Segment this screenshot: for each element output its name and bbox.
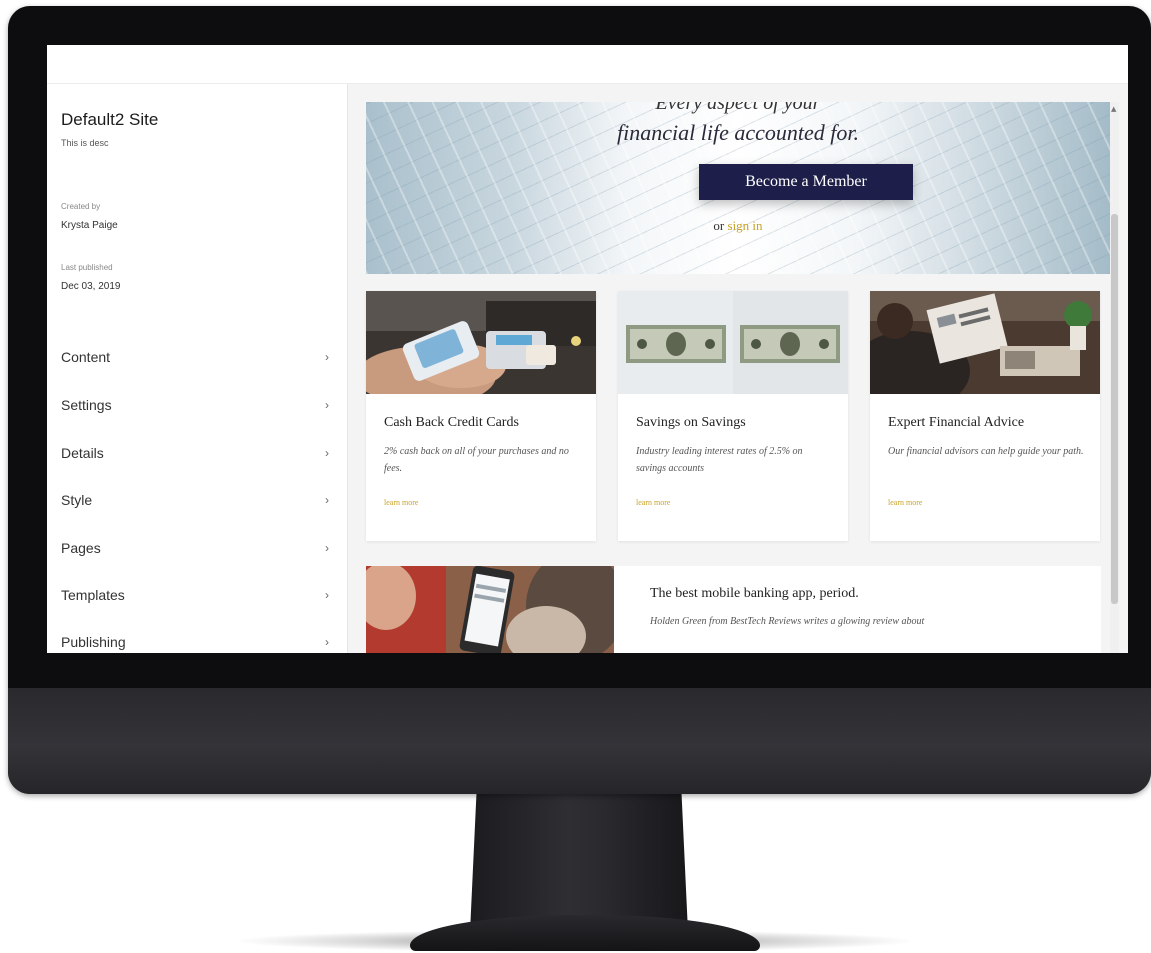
sidebar-item-label: Publishing <box>61 634 126 650</box>
sidebar-item-label: Content <box>61 349 111 365</box>
sidebar-item-label: Settings <box>61 397 112 413</box>
card-text: Industry leading interest rates of 2.5% … <box>636 446 803 474</box>
chevron-right-icon: › <box>325 588 329 602</box>
sidebar-item-details[interactable]: Details › <box>47 434 347 474</box>
promo-text: Holden Green from BestTech Reviews write… <box>650 616 925 627</box>
card-text: 2% cash back on all of your purchases an… <box>384 446 569 474</box>
site-title: Default2 Site <box>61 110 159 129</box>
chevron-right-icon: › <box>325 446 329 460</box>
sidebar-item-pages[interactable]: Pages › <box>47 529 347 569</box>
chevron-right-icon: › <box>325 541 329 555</box>
card-text: Our financial advisors can help guide yo… <box>888 446 1084 457</box>
mobile-phone-photo <box>366 566 614 653</box>
sidebar-item-templates[interactable]: Templates › <box>47 576 347 616</box>
chevron-right-icon: › <box>325 350 329 364</box>
card-title: Savings on Savings <box>636 415 746 430</box>
hero-heading-partial: Every aspect of your <box>655 102 821 114</box>
sign-in-link[interactable]: sign in <box>728 218 763 233</box>
chevron-right-icon: › <box>325 398 329 412</box>
learn-more-link[interactable]: learn more <box>888 498 922 507</box>
dollar-bills-photo <box>618 291 848 394</box>
sidebar-item-label: Style <box>61 492 93 508</box>
last-published-value: Dec 03, 2019 <box>61 281 121 292</box>
sidebar-item-publishing[interactable]: Publishing › <box>47 623 347 653</box>
card-title: Expert Financial Advice <box>888 415 1025 430</box>
chevron-right-icon: › <box>325 493 329 507</box>
site-sidebar: Default2 Site This is desc Created by Kr… <box>47 84 348 653</box>
site-preview[interactable]: ▲ Every aspect of your financial life ac… <box>348 84 1128 653</box>
feature-card-savings: Savings on Savings Industry leading inte… <box>618 291 848 541</box>
hero-heading: financial life accounted for. <box>617 120 859 145</box>
monitor-stand-neck <box>470 792 688 932</box>
last-published-label: Last published <box>61 263 113 272</box>
mobile-app-promo: The best mobile banking app, period. Hol… <box>366 566 1101 653</box>
sidebar-item-label: Details <box>61 445 104 461</box>
sidebar-item-label: Templates <box>61 587 125 603</box>
sidebar-item-label: Pages <box>61 540 101 556</box>
business-newspaper-photo <box>870 291 1100 394</box>
scrollbar-thumb[interactable] <box>1111 214 1118 604</box>
scroll-up-icon[interactable]: ▲ <box>1111 105 1116 113</box>
monitor-stand-base <box>410 915 760 951</box>
become-member-button[interactable]: Become a Member <box>699 164 913 200</box>
or-text: or <box>713 218 725 233</box>
feature-card-cash-back: Cash Back Credit Cards 2% cash back on a… <box>366 291 596 541</box>
site-description: This is desc <box>61 138 109 148</box>
credit-card-payment-photo <box>366 291 596 394</box>
learn-more-link[interactable]: learn more <box>636 498 670 507</box>
sidebar-item-settings[interactable]: Settings › <box>47 386 347 426</box>
card-title: Cash Back Credit Cards <box>384 415 519 430</box>
sidebar-item-content[interactable]: Content › <box>47 338 347 378</box>
sidebar-item-style[interactable]: Style › <box>47 481 347 521</box>
screen: Default2 Site This is desc Created by Kr… <box>47 45 1128 653</box>
hero-banner: Every aspect of your financial life acco… <box>366 102 1110 274</box>
chevron-right-icon: › <box>325 635 329 649</box>
created-by-value: Krysta Paige <box>61 220 118 231</box>
created-by-label: Created by <box>61 202 101 211</box>
monitor-chin <box>8 688 1151 794</box>
promo-title: The best mobile banking app, period. <box>650 586 859 601</box>
hero-signin-line: or sign in <box>366 218 1110 234</box>
feature-card-advice: Expert Financial Advice Our financial ad… <box>870 291 1100 541</box>
learn-more-link[interactable]: learn more <box>384 498 418 507</box>
top-bar <box>47 45 1128 84</box>
